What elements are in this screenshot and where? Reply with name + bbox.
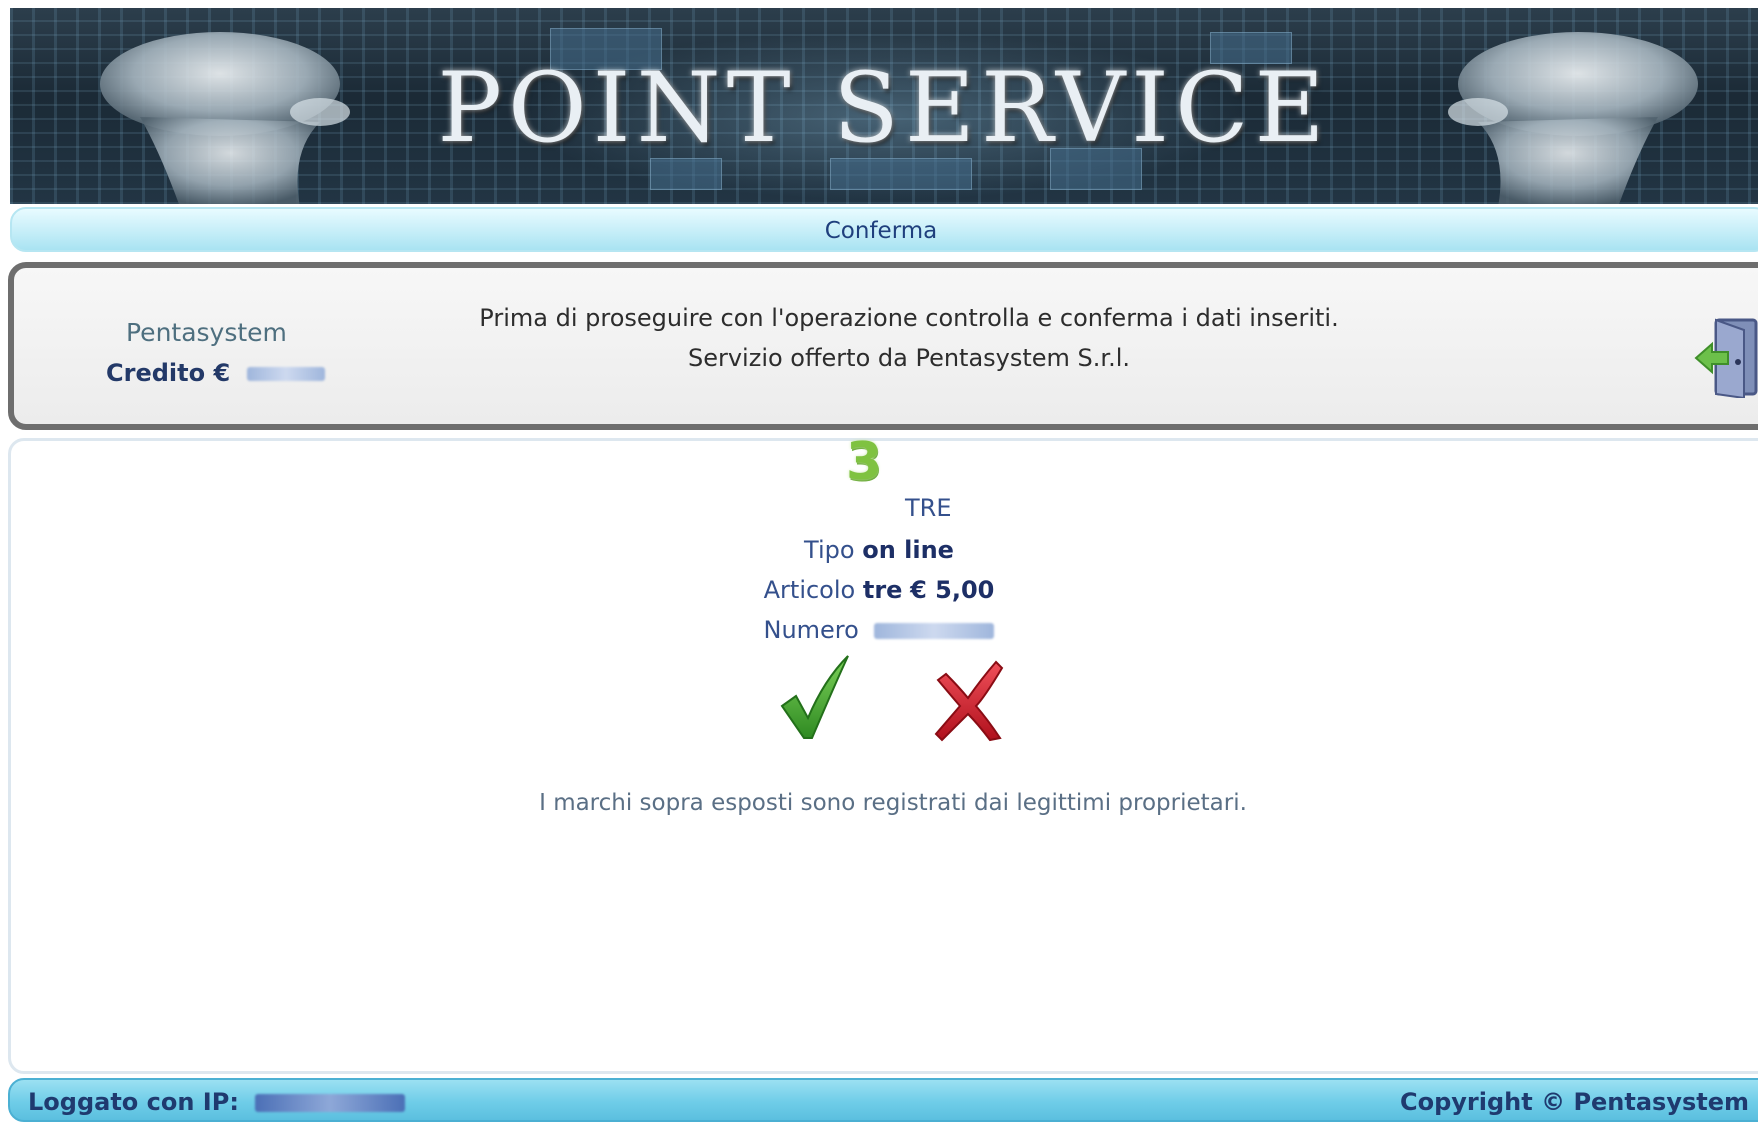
title-bar: Conferma [10, 207, 1758, 252]
content-panel [8, 438, 1758, 1074]
page: POINT SERVICE Conferma Pentasystem Credi… [0, 0, 1758, 1122]
articolo-label: Articolo [763, 576, 856, 604]
detail-tipo: Tipo on line [0, 536, 1758, 564]
red-x-icon [934, 660, 1004, 742]
ip-value-redacted [255, 1094, 406, 1112]
tipo-label: Tipo [804, 536, 855, 564]
numero-label: Numero [763, 616, 859, 644]
operator-name: TRE [905, 494, 952, 522]
credit-display: Credito € [106, 359, 325, 387]
credit-value-redacted [246, 367, 325, 381]
ip-label: Loggato con IP: [28, 1088, 239, 1116]
brand-name: Pentasystem [126, 318, 287, 347]
numero-value-redacted [874, 623, 995, 639]
info-message-line2: Servizio offerto da Pentasystem S.r.l. [687, 344, 1131, 372]
info-message: Prima di proseguire con l'operazione con… [334, 298, 1484, 378]
info-panel: Pentasystem Credito € Prima di proseguir… [8, 262, 1758, 430]
login-ip: Loggato con IP: [28, 1088, 406, 1116]
copyright: Copyright © Pentasystem S.r.l. [1400, 1088, 1758, 1116]
footer-bar: Loggato con IP: Copyright © Pentasystem … [8, 1078, 1758, 1122]
logout-door-icon[interactable] [1694, 316, 1758, 398]
detail-articolo: Articolo tre € 5,00 [0, 576, 1758, 604]
header-banner: POINT SERVICE [10, 8, 1758, 204]
green-check-icon [780, 655, 849, 739]
banner-title: POINT SERVICE [437, 52, 1331, 164]
trademark-disclaimer: I marchi sopra esposti sono registrati d… [539, 790, 1247, 816]
info-message-line1: Prima di proseguire con l'operazione con… [479, 304, 1339, 332]
cancel-button[interactable] [930, 658, 1004, 742]
detail-numero: Numero [0, 616, 1758, 644]
operator-logo: 3 [846, 432, 883, 492]
articolo-value: tre [862, 576, 903, 604]
page-title: Conferma [824, 218, 938, 244]
credit-label: Credito € [106, 359, 231, 387]
confirm-button[interactable] [778, 652, 854, 742]
tipo-value: on line [862, 536, 954, 564]
articolo-price: € 5,00 [910, 576, 995, 604]
